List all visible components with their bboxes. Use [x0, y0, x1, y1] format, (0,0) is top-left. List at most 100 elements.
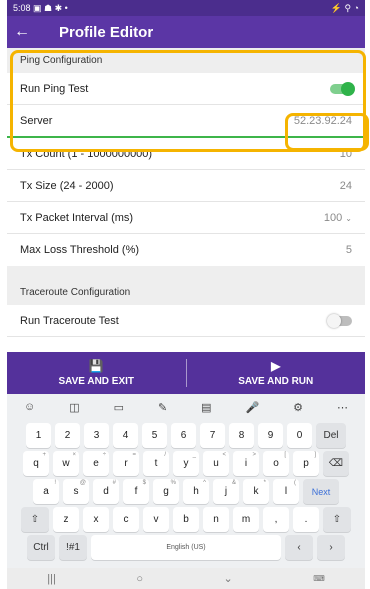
key-hint: *	[263, 480, 266, 486]
key-char: l	[284, 486, 288, 497]
settings-gear-icon[interactable]: ⚙	[293, 401, 303, 414]
tx-size-value[interactable]: 24	[340, 180, 352, 192]
key-q[interactable]: q +	[23, 451, 49, 476]
keyboard-toolbar: ☺ ◫ ▭ ✎ ▤ 🎤 ⚙ ⋯	[7, 394, 365, 420]
navigation-bar: ||| ○ ⌄ ⌨	[7, 568, 365, 589]
key-u[interactable]: u <	[203, 451, 229, 476]
key-a[interactable]: a!	[33, 479, 59, 504]
clipboard-icon[interactable]: ▤	[201, 401, 211, 414]
run-traceroute-toggle[interactable]	[327, 313, 352, 328]
run-traceroute-row[interactable]: Run Traceroute Test	[7, 305, 365, 337]
key-j[interactable]: j &	[213, 479, 239, 504]
cursor-left-key[interactable]: ‹	[285, 535, 313, 560]
key-hint: $	[142, 480, 146, 486]
gif-icon[interactable]: ▭	[114, 401, 124, 414]
recent-apps-icon[interactable]: |||	[47, 573, 56, 585]
key-d[interactable]: d #	[93, 479, 119, 504]
key-1[interactable]: 1	[26, 423, 51, 448]
key-e[interactable]: e ÷	[83, 451, 109, 476]
sticker-icon[interactable]: ◫	[69, 401, 79, 414]
key-char: n	[213, 514, 219, 525]
key-h[interactable]: h ^	[183, 479, 209, 504]
key-k[interactable]: k *	[243, 479, 269, 504]
key-n[interactable]: n	[203, 507, 229, 532]
microphone-icon[interactable]: 🎤	[246, 401, 260, 414]
action-bar: 💾 SAVE AND EXIT ▶ SAVE AND RUN	[7, 352, 365, 394]
emoji-icon[interactable]: ☺	[24, 401, 35, 413]
home-icon[interactable]: ○	[136, 573, 143, 585]
backspace-key[interactable]: ⌫	[323, 451, 349, 476]
keyboard-row-qwerty: ⌫ q + w × e ÷ r = t / y _ u < i > o[p]	[7, 451, 365, 476]
key-z[interactable]: z	[53, 507, 79, 532]
key-hint: @	[79, 480, 86, 486]
keyboard-row-numbers: 1 2 3 4 5 6 7 8 9 0 Del	[7, 423, 365, 448]
interval-select[interactable]: 100 ⌄	[324, 212, 352, 224]
key-char: w	[62, 458, 70, 469]
loss-threshold-value[interactable]: 5	[346, 244, 352, 256]
interval-row[interactable]: Tx Packet Interval (ms) 100 ⌄	[7, 202, 365, 234]
key-y[interactable]: y _	[173, 451, 199, 476]
save-and-run-button[interactable]: ▶ SAVE AND RUN	[187, 352, 366, 394]
key-2[interactable]: 2	[55, 423, 80, 448]
key-9[interactable]: 9	[258, 423, 283, 448]
key-m[interactable]: m	[233, 507, 259, 532]
save-and-exit-button[interactable]: 💾 SAVE AND EXIT	[7, 352, 186, 394]
key-g[interactable]: g%	[153, 479, 179, 504]
cursor-right-key[interactable]: ›	[317, 535, 345, 560]
key-8[interactable]: 8	[229, 423, 254, 448]
key-v[interactable]: v	[143, 507, 169, 532]
key-4[interactable]: 4	[113, 423, 138, 448]
key-.[interactable]: .	[293, 507, 319, 532]
onscreen-keyboard: ☺ ◫ ▭ ✎ ▤ 🎤 ⚙ ⋯ 1 2 3 4 5 6 7 8 9 0 Del ⌫ q + w × e ÷ r =…	[7, 394, 365, 568]
key-x[interactable]: x	[83, 507, 109, 532]
key-char: x	[93, 514, 99, 525]
chevron-down-icon[interactable]: ⌄	[223, 572, 232, 585]
app-bar: ← Profile Editor	[7, 16, 365, 48]
key-r[interactable]: r =	[113, 451, 139, 476]
key-o[interactable]: o[	[263, 451, 289, 476]
symbols-key[interactable]: !#1	[59, 535, 87, 560]
key-f[interactable]: f $	[123, 479, 149, 504]
key-char: b	[183, 514, 189, 525]
key-char: .	[304, 514, 308, 525]
tx-size-row[interactable]: Tx Size (24 - 2000) 24	[7, 170, 365, 202]
interval-label: Tx Packet Interval (ms)	[20, 211, 134, 224]
page-title: Profile Editor	[59, 23, 154, 41]
key-t[interactable]: t /	[143, 451, 169, 476]
loss-threshold-row[interactable]: Max Loss Threshold (%) 5	[7, 234, 365, 266]
next-key[interactable]: Next	[303, 479, 339, 504]
key-char: ,	[274, 514, 278, 525]
space-key[interactable]: English (US)	[91, 535, 281, 560]
key-hint: (	[294, 480, 296, 486]
key-char: s	[73, 486, 79, 497]
handwriting-icon[interactable]: ✎	[158, 401, 167, 414]
interval-value: 100	[323, 211, 343, 224]
key-l[interactable]: l(	[273, 479, 299, 504]
more-icon[interactable]: ⋯	[337, 401, 348, 414]
key-i[interactable]: i >	[233, 451, 259, 476]
key-,[interactable]: ,	[263, 507, 289, 532]
key-3[interactable]: 3	[84, 423, 109, 448]
key-hint: _	[192, 452, 196, 458]
key-char: u	[213, 458, 219, 469]
key-b[interactable]: b	[173, 507, 199, 532]
key-c[interactable]: c	[113, 507, 139, 532]
key-6[interactable]: 6	[171, 423, 196, 448]
key-w[interactable]: w ×	[53, 451, 79, 476]
key-hint: +	[42, 452, 46, 458]
key-char: i	[244, 458, 248, 469]
status-bar: 5:08 ▣ ☗ ✱ • ⚡ ⚲ ◔	[7, 0, 365, 16]
shift-right-key[interactable]: ⇧	[323, 507, 351, 532]
delete-key[interactable]: Del	[316, 423, 346, 448]
keyboard-icon[interactable]: ⌨	[313, 574, 325, 583]
back-arrow-icon[interactable]: ←	[7, 23, 37, 41]
key-0[interactable]: 0	[287, 423, 312, 448]
key-7[interactable]: 7	[200, 423, 225, 448]
key-hint: ^	[203, 480, 206, 486]
key-5[interactable]: 5	[142, 423, 167, 448]
shift-left-key[interactable]: ⇧	[21, 507, 49, 532]
ctrl-key[interactable]: Ctrl	[27, 535, 55, 560]
key-s[interactable]: s @	[63, 479, 89, 504]
key-hint: /	[164, 452, 166, 458]
key-p[interactable]: p]	[293, 451, 319, 476]
